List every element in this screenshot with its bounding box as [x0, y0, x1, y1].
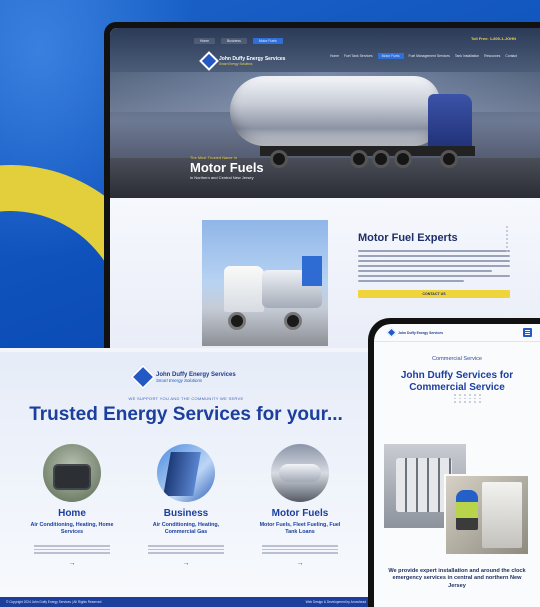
- logo-tagline: Smart Energy Solutions: [156, 378, 203, 383]
- logo-diamond-icon: [130, 364, 156, 390]
- contact-us-button[interactable]: CONTACT US: [358, 290, 510, 298]
- tanker-truck-cab: [428, 94, 472, 152]
- front-tagline: WE SUPPORT YOU AND THE COMMUNITY WE SERV…: [128, 396, 244, 401]
- text-line-placeholder: [262, 552, 338, 554]
- footer-copyright: © Copyright 2024 John Duffy Energy Servi…: [6, 600, 102, 604]
- top-nav-home[interactable]: Home: [194, 38, 216, 44]
- fuel-truck-photo: [202, 220, 328, 346]
- service-card-business[interactable]: Business Air Conditioning, Heating, Comm…: [140, 444, 232, 567]
- hero-banner: Home Business Motor Fuels Toll Free: 1-8…: [110, 28, 540, 198]
- text-line-placeholder: [148, 545, 224, 547]
- hamburger-menu-icon[interactable]: [523, 328, 532, 337]
- text-line-placeholder: [262, 548, 338, 550]
- text-line-placeholder: [34, 552, 110, 554]
- card-title: Home: [58, 508, 86, 519]
- phone-description: We provide expert installation and aroun…: [388, 568, 526, 589]
- arrow-right-icon[interactable]: →: [254, 560, 346, 567]
- main-nav-resources[interactable]: Resources: [484, 54, 500, 58]
- card-title: Motor Fuels: [271, 508, 329, 519]
- arrow-right-icon[interactable]: →: [26, 560, 118, 567]
- front-logo[interactable]: John Duffy Energy Services Smart Energy …: [130, 364, 236, 390]
- text-line-placeholder: [358, 265, 510, 267]
- expert-section: Motor Fuel Experts CONTACT US: [358, 232, 510, 298]
- main-nav: Home Fuel Tank Services Motor Fuels Fuel…: [110, 48, 540, 64]
- truck-wheel: [350, 150, 368, 168]
- laptop-mockup: John Duffy Energy Services Smart Energy …: [0, 348, 372, 607]
- desktop-screen: Home Business Motor Fuels Toll Free: 1-8…: [110, 28, 540, 348]
- front-title: Trusted Energy Services for your...: [29, 404, 343, 425]
- text-line-placeholder: [148, 548, 224, 550]
- card-subtitle: Air Conditioning, Heating, Home Services: [30, 522, 114, 535]
- logo-name: John Duffy Energy Services: [398, 330, 444, 335]
- phone-header: John Duffy Energy Services: [374, 324, 540, 342]
- text-line-placeholder: [34, 545, 110, 547]
- fuel-truck-icon: [271, 444, 329, 502]
- desktop-logo[interactable]: John Duffy Energy Services Smart Energy …: [199, 51, 285, 71]
- card-subtitle: Air Conditioning, Heating, Commercial Ga…: [152, 522, 220, 535]
- technician-figure: [456, 490, 478, 530]
- desktop-mockup: Home Business Motor Fuels Toll Free: 1-8…: [104, 22, 540, 348]
- nav-phone-number[interactable]: Toll Free: 1-800-1-JOHN: [471, 36, 516, 41]
- top-nav-motor-fuels[interactable]: Motor Fuels: [252, 38, 283, 44]
- logo-diamond-icon: [199, 51, 219, 71]
- dots-decoration: [454, 394, 482, 403]
- text-line-placeholder: [262, 545, 338, 547]
- truck-wheel: [372, 150, 390, 168]
- arrow-right-icon[interactable]: →: [140, 560, 232, 567]
- main-nav-fuel-management[interactable]: Fuel Management Services: [409, 54, 450, 58]
- text-line-placeholder: [358, 275, 510, 277]
- expert-title: Motor Fuel Experts: [358, 232, 458, 244]
- hvac-unit-figure: [482, 482, 522, 548]
- text-line-placeholder: [148, 552, 224, 554]
- phone-eyebrow: Commercial Service: [431, 356, 483, 362]
- main-nav-tank-installation[interactable]: Tank Installation: [455, 54, 479, 58]
- logo-diamond-icon: [386, 327, 397, 338]
- top-nav-business[interactable]: Business: [221, 38, 247, 44]
- text-line-placeholder: [34, 548, 110, 550]
- text-line-placeholder: [358, 260, 510, 262]
- dots-decoration: [506, 224, 512, 254]
- phone-title: John Duffy Services for Commercial Servi…: [400, 370, 514, 393]
- main-nav-home[interactable]: Home: [330, 54, 339, 58]
- main-nav-fuel-tank[interactable]: Fuel Tank Services: [344, 54, 373, 58]
- service-card-motor-fuels[interactable]: Motor Fuels Motor Fuels, Fleet Fueling, …: [254, 444, 346, 567]
- photo-blue-panel: [302, 256, 322, 286]
- office-building-icon: [157, 444, 215, 502]
- hero-text: The Most Trusted Name In Motor Fuels in …: [190, 156, 264, 180]
- text-line-placeholder: [358, 250, 510, 252]
- main-nav-motor-fuels[interactable]: Motor Fuels: [377, 53, 404, 59]
- phone-mockup: John Duffy Energy Services Commercial Se…: [368, 318, 540, 607]
- truck-wheel: [394, 150, 412, 168]
- phone-screen: John Duffy Energy Services Commercial Se…: [374, 324, 540, 607]
- main-nav-contact[interactable]: Contact: [505, 54, 517, 58]
- hero-subtitle: in Northern and Central New Jersey: [190, 175, 254, 180]
- phone-logo[interactable]: John Duffy Energy Services: [386, 327, 444, 338]
- service-cards: Home Air Conditioning, Heating, Home Ser…: [26, 444, 346, 567]
- service-card-home[interactable]: Home Air Conditioning, Heating, Home Ser…: [26, 444, 118, 567]
- hero-road: [110, 158, 540, 198]
- text-line-placeholder: [358, 280, 465, 282]
- card-subtitle: Motor Fuels, Fleet Fueling, Fuel Tank Lo…: [259, 522, 341, 535]
- tanker-truck-tank: [230, 76, 440, 146]
- technician-photo: [444, 474, 530, 556]
- card-title: Business: [163, 508, 209, 519]
- footer-bar: © Copyright 2024 John Duffy Energy Servi…: [0, 597, 372, 607]
- text-line-placeholder: [358, 255, 510, 257]
- footer-credit[interactable]: Web Design & Development by Arrowhead: [306, 600, 366, 604]
- photo-truck-cab: [224, 266, 264, 312]
- logo-tagline: Smart Energy Solutions: [219, 62, 253, 66]
- truck-wheel: [270, 150, 288, 168]
- truck-wheel: [440, 150, 458, 168]
- text-line-placeholder: [358, 270, 492, 272]
- photo-wheel: [228, 312, 246, 330]
- photo-wheel: [284, 312, 302, 330]
- hvac-unit-icon: [43, 444, 101, 502]
- hero-title: Motor Fuels: [190, 160, 264, 175]
